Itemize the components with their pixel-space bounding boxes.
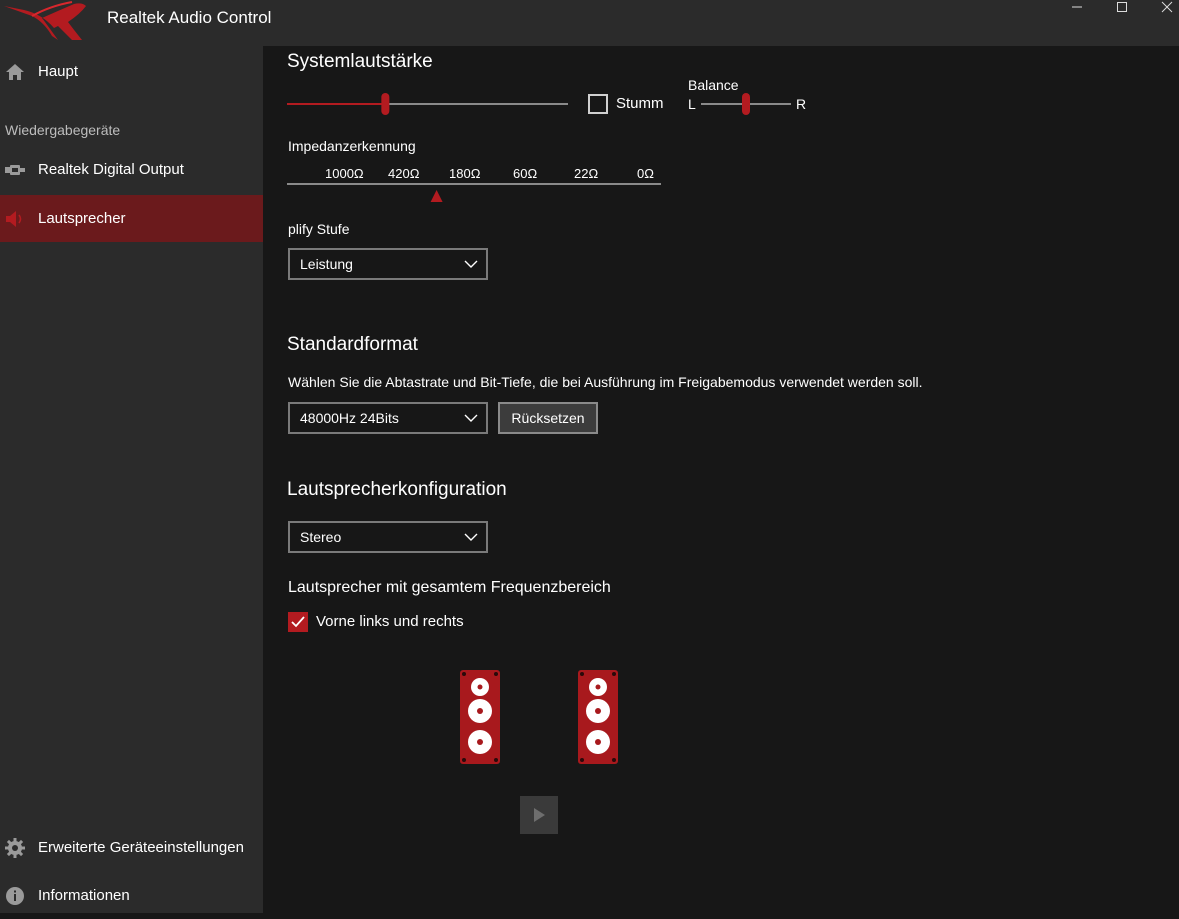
- impedance-marker: [430, 190, 443, 202]
- front-right-speaker-icon[interactable]: [577, 669, 619, 765]
- chevron-down-icon: [464, 533, 478, 541]
- close-icon[interactable]: [1150, 0, 1179, 14]
- sidebar-item-label: Realtek Digital Output: [38, 161, 184, 178]
- reset-button[interactable]: Rücksetzen: [498, 402, 598, 434]
- volume-slider[interactable]: [287, 92, 571, 116]
- balance-slider-thumb[interactable]: [742, 93, 750, 115]
- chevron-down-icon: [464, 414, 478, 422]
- sidebar-item-label: Informationen: [38, 887, 130, 904]
- impedance-tick: 60Ω: [513, 166, 537, 181]
- front-speakers-label: Vorne links und rechts: [316, 613, 464, 630]
- chevron-down-icon: [464, 260, 478, 268]
- impedance-tick: 1000Ω: [325, 166, 364, 181]
- sidebar: Haupt Wiedergabegeräte Realtek Digital O…: [0, 46, 263, 913]
- checkmark-icon: [291, 616, 305, 628]
- amplify-select[interactable]: Leistung: [288, 248, 488, 280]
- play-icon: [534, 808, 545, 822]
- sidebar-item-digital-output[interactable]: Realtek Digital Output: [0, 146, 263, 193]
- impedance-title: Impedanzerkennung: [288, 138, 416, 154]
- home-icon: [5, 62, 25, 82]
- balance-left-label: L: [688, 96, 696, 112]
- sidebar-item-label: Lautsprecher: [38, 210, 126, 227]
- fullrange-title: Lautsprecher mit gesamtem Frequenzbereic…: [288, 579, 611, 596]
- balance-label: Balance: [688, 77, 739, 93]
- main-panel: Systemlautstärke Stumm Balance L R Imped…: [263, 46, 1179, 913]
- sidebar-item-label: Erweiterte Geräteeinstellungen: [38, 839, 244, 856]
- speaker-config-select[interactable]: Stereo: [288, 521, 488, 553]
- volume-title: Systemlautstärke: [287, 51, 433, 72]
- sidebar-item-label: Haupt: [38, 63, 79, 80]
- impedance-tick: 420Ω: [388, 166, 420, 181]
- format-select[interactable]: 48000Hz 24Bits: [288, 402, 488, 434]
- app-title: Realtek Audio Control: [107, 8, 272, 27]
- speaker-icon: [5, 209, 25, 229]
- sidebar-item-haupt[interactable]: Haupt: [0, 48, 263, 95]
- info-icon: [5, 886, 25, 906]
- format-title: Standardformat: [287, 334, 418, 355]
- gear-icon: [5, 837, 25, 858]
- sidebar-item-information[interactable]: Informationen: [0, 872, 263, 919]
- format-select-value: 48000Hz 24Bits: [300, 410, 399, 426]
- speaker-config-title: Lautsprecherkonfiguration: [287, 479, 507, 500]
- amplify-select-value: Leistung: [300, 256, 353, 272]
- minimize-icon[interactable]: [1060, 0, 1094, 14]
- sidebar-section-label: Wiedergabegeräte: [5, 122, 121, 138]
- impedance-tick: 0Ω: [637, 166, 654, 181]
- front-left-speaker-icon[interactable]: [459, 669, 501, 765]
- maximize-icon[interactable]: [1105, 0, 1139, 14]
- format-description: Wählen Sie die Abtastrate und Bit-Tiefe,…: [288, 374, 923, 390]
- amplify-label: plify Stufe: [288, 221, 350, 237]
- impedance-scale: 1000Ω 420Ω 180Ω 60Ω 22Ω 0Ω: [287, 166, 661, 202]
- digital-output-icon: [5, 160, 25, 180]
- rog-logo: [4, 1, 86, 41]
- impedance-tick: 22Ω: [574, 166, 598, 181]
- impedance-tick: 180Ω: [449, 166, 481, 181]
- title-bar: Realtek Audio Control: [0, 0, 1179, 46]
- sidebar-item-lautsprecher[interactable]: Lautsprecher: [0, 195, 263, 242]
- balance-slider[interactable]: [700, 93, 792, 115]
- front-speakers-checkbox[interactable]: [288, 612, 308, 632]
- speaker-config-select-value: Stereo: [300, 529, 342, 545]
- balance-right-label: R: [796, 96, 807, 112]
- mute-label: Stumm: [616, 95, 664, 112]
- play-test-button[interactable]: [520, 796, 558, 834]
- mute-checkbox[interactable]: [588, 94, 608, 114]
- volume-slider-thumb[interactable]: [381, 93, 390, 115]
- sidebar-item-advanced-settings[interactable]: Erweiterte Geräteeinstellungen: [0, 824, 263, 871]
